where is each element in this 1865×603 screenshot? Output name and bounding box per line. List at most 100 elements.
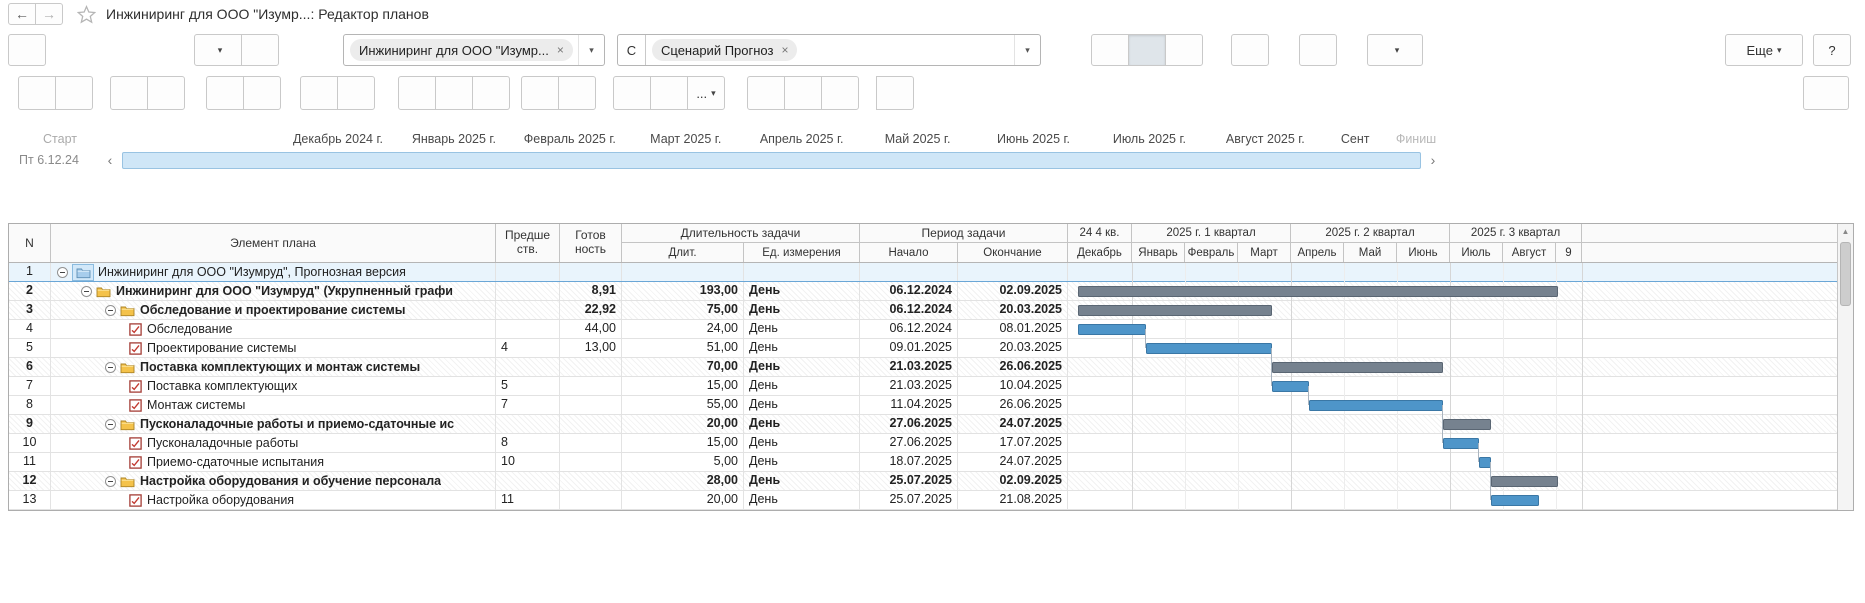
view-gantt-alt-button[interactable]: [1165, 34, 1203, 66]
gantt-bar-13[interactable]: [1491, 495, 1539, 506]
cell-end-date[interactable]: 17.07.2025: [958, 434, 1068, 452]
cell-end-date[interactable]: 24.07.2025: [958, 453, 1068, 471]
cell-plan-element[interactable]: Настройка оборудования и обучение персон…: [51, 472, 496, 490]
plan-row-9[interactable]: 9Пусконаладочные работы и приемо-сдаточн…: [9, 415, 1838, 434]
month-header[interactable]: Январь: [1132, 243, 1185, 262]
cell-unit[interactable]: День: [744, 396, 860, 414]
cell-predecessor[interactable]: 5: [496, 377, 560, 395]
scroll-up-icon[interactable]: ▲: [1838, 224, 1853, 240]
add-milestone-button[interactable]: [55, 76, 93, 110]
help-button[interactable]: ?: [1813, 34, 1851, 66]
scenario-combo-dropdown[interactable]: ▾: [1014, 35, 1040, 65]
indent-button[interactable]: [243, 76, 281, 110]
plan-row-10[interactable]: 10Пусконаладочные работы815,00День27.06.…: [9, 434, 1838, 453]
cell-end-date[interactable]: 08.01.2025: [958, 320, 1068, 338]
month-header[interactable]: Август: [1503, 243, 1556, 262]
cell-duration[interactable]: 51,00: [622, 339, 744, 357]
plan-row-11[interactable]: 11Приемо-сдаточные испытания105,00День18…: [9, 453, 1838, 472]
cell-duration[interactable]: 15,00: [622, 377, 744, 395]
quarter-header[interactable]: 24 4 кв.: [1068, 224, 1132, 242]
scrollbar-thumb[interactable]: [1840, 242, 1851, 306]
link-predecessor-button[interactable]: [398, 76, 436, 110]
customize-button[interactable]: ▾: [194, 34, 242, 66]
cell-readiness[interactable]: [560, 358, 622, 376]
cell-predecessor[interactable]: [496, 263, 560, 281]
cell-start-date[interactable]: 06.12.2024: [860, 282, 958, 300]
redo-button[interactable]: [558, 76, 596, 110]
cell-start-date[interactable]: 25.07.2025: [860, 491, 958, 509]
cell-start-date[interactable]: 18.07.2025: [860, 453, 958, 471]
collapse-expander-icon[interactable]: [57, 267, 68, 278]
col-header-period[interactable]: Период задачи: [860, 224, 1068, 243]
cell-duration[interactable]: 28,00: [622, 472, 744, 490]
col-header-n[interactable]: N: [9, 224, 51, 262]
cell-plan-element[interactable]: Проектирование системы: [51, 339, 496, 357]
cell-end-date[interactable]: 02.09.2025: [958, 282, 1068, 300]
cell-row-number[interactable]: 13: [9, 491, 51, 509]
cell-row-number[interactable]: 2: [9, 282, 51, 300]
cell-start-date[interactable]: 09.01.2025: [860, 339, 958, 357]
move-down-button[interactable]: [337, 76, 375, 110]
cell-plan-element[interactable]: Обследование и проектирование системы: [51, 301, 496, 319]
cell-end-date[interactable]: 02.09.2025: [958, 472, 1068, 490]
cell-row-number[interactable]: 9: [9, 415, 51, 433]
month-header[interactable]: Май: [1344, 243, 1397, 262]
cell-duration[interactable]: 20,00: [622, 415, 744, 433]
info-button[interactable]: [876, 76, 914, 110]
cell-unit[interactable]: День: [744, 282, 860, 300]
timeline-prev-button[interactable]: ‹: [98, 152, 122, 168]
cell-row-number[interactable]: 7: [9, 377, 51, 395]
cell-plan-element[interactable]: Обследование: [51, 320, 496, 338]
forward-button[interactable]: →: [35, 3, 63, 25]
cell-plan-element[interactable]: Поставка комплектующих и монтаж системы: [51, 358, 496, 376]
cell-start-date[interactable]: 27.06.2025: [860, 415, 958, 433]
month-header[interactable]: Февраль: [1185, 243, 1238, 262]
cell-readiness[interactable]: 8,91: [560, 282, 622, 300]
cell-readiness[interactable]: [560, 415, 622, 433]
col-header-dur[interactable]: Длит.: [622, 243, 744, 262]
link-successor-button[interactable]: [435, 76, 473, 110]
cell-predecessor[interactable]: [496, 282, 560, 300]
gantt-bar-3[interactable]: [1078, 305, 1272, 316]
quarter-header[interactable]: 2025 г. 3 квартал: [1450, 224, 1582, 242]
edit-menu-button[interactable]: ▾: [1367, 34, 1423, 66]
gantt-bar-9[interactable]: [1443, 419, 1491, 430]
add-button[interactable]: [18, 76, 56, 110]
cell-readiness[interactable]: [560, 396, 622, 414]
gantt-bar-8[interactable]: [1309, 400, 1443, 411]
plan-row-13[interactable]: 13Настройка оборудования1120,00День25.07…: [9, 491, 1838, 510]
vertical-scrollbar[interactable]: ▲: [1837, 224, 1853, 510]
cell-row-number[interactable]: 6: [9, 358, 51, 376]
cell-row-number[interactable]: 1: [9, 263, 51, 281]
cell-start-date[interactable]: 21.03.2025: [860, 358, 958, 376]
favorite-star-icon[interactable]: [77, 5, 96, 24]
cell-plan-element[interactable]: Пусконаладочные работы и приемо-сдаточны…: [51, 415, 496, 433]
plan-row-1[interactable]: 1Инжиниринг для ООО "Изумруд", Прогнозна…: [9, 263, 1838, 282]
cell-plan-element[interactable]: Инжиниринг для ООО "Изумруд" (Укрупненны…: [51, 282, 496, 300]
plan-row-3[interactable]: 3Обследование и проектирование системы22…: [9, 301, 1838, 320]
plan-combo[interactable]: Инжиниринг для ООО "Изумр... × ▾: [343, 34, 605, 66]
cell-plan-element[interactable]: Настройка оборудования: [51, 491, 496, 509]
cell-readiness[interactable]: [560, 377, 622, 395]
search-button[interactable]: [747, 76, 785, 110]
cell-predecessor[interactable]: [496, 358, 560, 376]
refresh-button[interactable]: [241, 34, 279, 66]
view-gantt-button[interactable]: [1128, 34, 1166, 66]
back-button[interactable]: ←: [8, 3, 36, 25]
cell-predecessor[interactable]: [496, 320, 560, 338]
gantt-bar-12[interactable]: [1491, 476, 1558, 487]
cell-predecessor[interactable]: 7: [496, 396, 560, 414]
zoom-out-button[interactable]: [821, 76, 859, 110]
cell-end-date[interactable]: 20.03.2025: [958, 301, 1068, 319]
cell-plan-element[interactable]: Инжиниринг для ООО "Изумруд", Прогнозная…: [51, 263, 496, 281]
clear-plan-icon[interactable]: ×: [557, 43, 564, 57]
autoschedule-button[interactable]: [1231, 34, 1269, 66]
cell-readiness[interactable]: 22,92: [560, 301, 622, 319]
cell-start-date[interactable]: [860, 263, 958, 281]
plan-row-4[interactable]: 4Обследование44,0024,00День06.12.202408.…: [9, 320, 1838, 339]
cell-end-date[interactable]: 26.06.2025: [958, 396, 1068, 414]
cell-predecessor[interactable]: [496, 472, 560, 490]
cell-start-date[interactable]: 06.12.2024: [860, 301, 958, 319]
col-header-readiness[interactable]: Готовность: [560, 224, 622, 262]
month-header[interactable]: Апрель: [1291, 243, 1344, 262]
